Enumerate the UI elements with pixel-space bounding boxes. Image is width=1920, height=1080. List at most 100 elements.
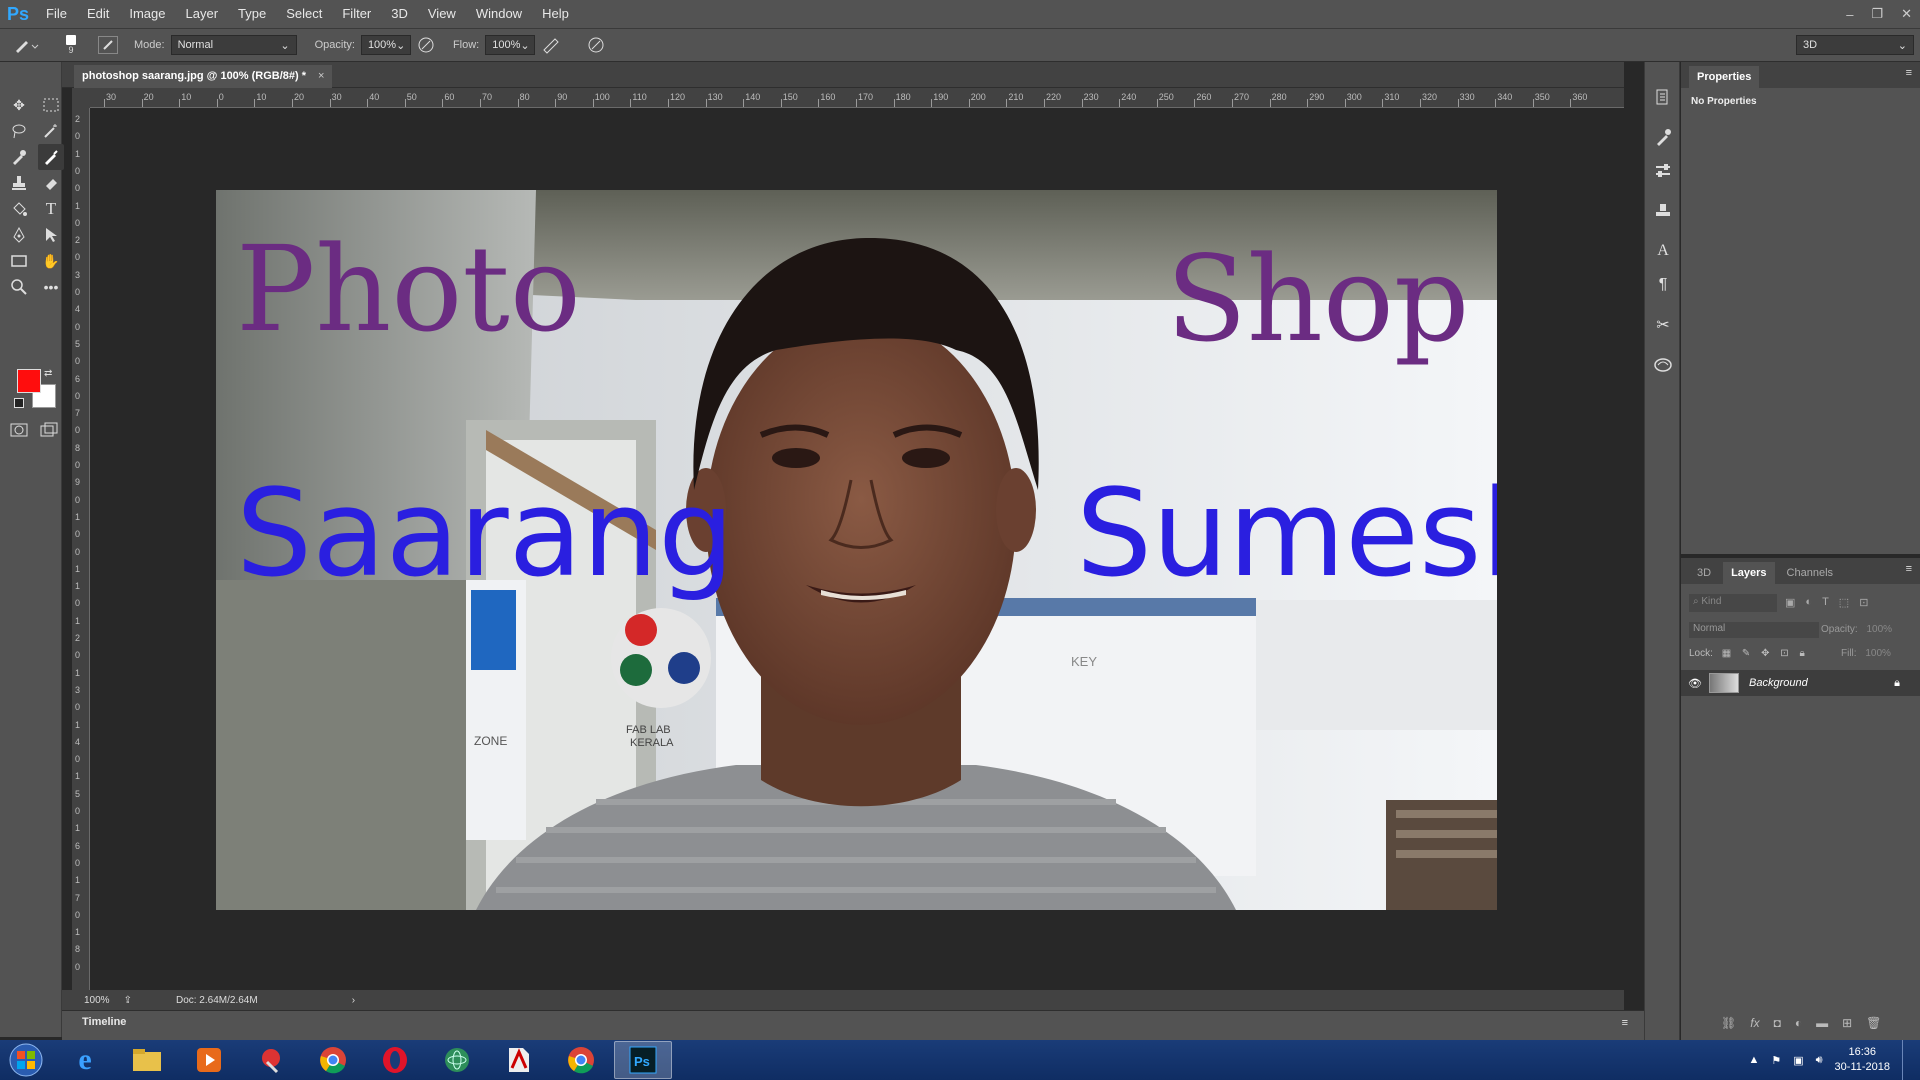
menu-layer[interactable]: Layer	[176, 0, 229, 28]
move-tool-icon[interactable]: ✥	[6, 92, 32, 118]
filter-type-icon[interactable]: T	[1822, 596, 1829, 609]
layer-row-background[interactable]: 👁︎ Background 🔒︎	[1681, 670, 1920, 696]
vertical-ruler[interactable]: 2 0 1 0 0 1 0 2 0 3 0 4 0 5 0 6 0 7 0 8 0 9 0 1 0 0 1 1 0 1 2 0 1 3 0 1 4 0 1 5…	[72, 108, 90, 990]
paragraph-icon[interactable]: ¶	[1645, 268, 1681, 302]
character-icon[interactable]: A	[1645, 234, 1681, 268]
link-layers-icon[interactable]: ⛓︎	[1721, 1016, 1736, 1030]
lock-all-icon[interactable]: 🔒︎	[1799, 648, 1804, 659]
foreground-color-swatch[interactable]	[17, 369, 41, 393]
filter-adjustment-icon[interactable]: ◐	[1805, 596, 1812, 609]
layer-style-icon[interactable]: fx	[1750, 1016, 1759, 1030]
brush-tool-preset-icon[interactable]	[12, 35, 40, 55]
document-tab[interactable]: photoshop saarang.jpg @ 100% (RGB/8#) * …	[74, 65, 333, 88]
menu-edit[interactable]: Edit	[77, 0, 119, 28]
libraries-icon[interactable]	[1645, 348, 1681, 382]
horizontal-ruler[interactable]: 30 20 10 0 10 20 30 40 50 60 70 80 90 100 110 120 130 140…	[90, 88, 1624, 108]
action-center-flag-icon[interactable]: ⚑	[1771, 1054, 1781, 1067]
restore-button[interactable]: ❐	[1871, 6, 1883, 22]
menu-3d[interactable]: 3D	[381, 0, 418, 28]
eyedropper-tool-icon[interactable]	[6, 144, 32, 170]
delete-layer-icon[interactable]: 🗑︎	[1866, 1016, 1881, 1030]
opacity-field[interactable]: 100% ⌄	[360, 35, 411, 55]
new-adjustment-layer-icon[interactable]: ◐	[1795, 1016, 1802, 1030]
show-desktop-button[interactable]	[1902, 1040, 1908, 1080]
tab-properties[interactable]: Properties	[1689, 66, 1760, 88]
pen-tool-icon[interactable]	[6, 222, 32, 248]
paint-tool-icon[interactable]	[242, 1041, 300, 1079]
magic-wand-tool-icon[interactable]	[38, 118, 64, 144]
menu-select[interactable]: Select	[276, 0, 332, 28]
minimize-button[interactable]: –	[1846, 7, 1853, 22]
history-icon[interactable]	[1645, 80, 1681, 114]
path-selection-tool-icon[interactable]	[38, 222, 64, 248]
start-orb-icon[interactable]	[0, 1041, 52, 1079]
ruler-origin[interactable]	[72, 88, 90, 108]
opera-icon[interactable]	[366, 1041, 424, 1079]
file-explorer-icon[interactable]	[118, 1041, 176, 1079]
brush-panel-toggle-icon[interactable]	[98, 36, 118, 54]
menu-window[interactable]: Window	[466, 0, 532, 28]
brush-size-picker[interactable]: 9	[56, 35, 86, 55]
mode-select[interactable]: Normal ⌄	[170, 35, 297, 55]
quick-mask-icon[interactable]	[10, 422, 28, 441]
timeline-tab[interactable]: Timeline	[82, 1016, 126, 1028]
lock-transparency-icon[interactable]: ▦	[1722, 648, 1731, 659]
chrome-icon-2[interactable]	[552, 1041, 610, 1079]
tool-presets-icon[interactable]: ✂	[1645, 308, 1681, 342]
default-colors-icon[interactable]	[14, 398, 24, 408]
layer-fill[interactable]: Fill: 100%	[1841, 648, 1891, 659]
visibility-eye-icon[interactable]: 👁︎	[1681, 677, 1709, 690]
lasso-tool-icon[interactable]	[6, 118, 32, 144]
tab-3d[interactable]: 3D	[1689, 562, 1719, 584]
add-mask-icon[interactable]: ◘	[1774, 1016, 1781, 1030]
atom-icon[interactable]	[428, 1041, 486, 1079]
panel-menu-icon[interactable]: ≡	[1622, 1017, 1628, 1029]
tab-channels[interactable]: Channels	[1779, 562, 1841, 584]
network-icon[interactable]: ▣	[1793, 1054, 1803, 1067]
screen-mode-icon[interactable]	[40, 422, 58, 441]
brush-settings-icon[interactable]	[1645, 120, 1681, 154]
rectangle-tool-icon[interactable]	[6, 248, 32, 274]
marquee-tool-icon[interactable]	[38, 92, 64, 118]
acrobat-icon[interactable]	[490, 1041, 548, 1079]
lock-pixels-icon[interactable]: ✎	[1742, 648, 1750, 659]
hand-tool-icon[interactable]: ✋	[38, 248, 64, 274]
canvas-area[interactable]: ZONE KEY FAB LAB KERALA Photo Shop Saara…	[90, 108, 1624, 990]
panel-menu-icon[interactable]: ≡	[1906, 563, 1912, 575]
stamp-tool-icon[interactable]	[6, 170, 32, 196]
adjustments-icon[interactable]	[1645, 154, 1681, 188]
clone-source-icon[interactable]	[1645, 194, 1681, 228]
new-layer-icon[interactable]: ⊞	[1842, 1016, 1852, 1030]
clock[interactable]: 16:36 30-11-2018	[1835, 1045, 1890, 1075]
photoshop-taskbar-icon[interactable]: Ps	[614, 1041, 672, 1079]
media-player-icon[interactable]	[180, 1041, 238, 1079]
swap-colors-icon[interactable]: ⇄	[44, 368, 52, 379]
airbrush-icon[interactable]	[541, 36, 561, 54]
blend-mode-select[interactable]: Normal	[1689, 622, 1819, 638]
brush-tool-icon[interactable]	[38, 144, 64, 170]
filter-smart-object-icon[interactable]: ⊡	[1859, 596, 1868, 609]
type-tool-icon[interactable]: T	[38, 196, 64, 222]
status-arrow-icon[interactable]: ›	[352, 995, 355, 1006]
new-group-icon[interactable]: ▬	[1816, 1016, 1828, 1030]
zoom-tool-icon[interactable]	[6, 274, 32, 300]
lock-artboard-icon[interactable]: ⊡	[1780, 648, 1788, 659]
more-tools-icon[interactable]: •••	[38, 274, 64, 300]
layer-name[interactable]: Background	[1749, 677, 1808, 689]
paint-bucket-tool-icon[interactable]	[6, 196, 32, 222]
menu-help[interactable]: Help	[532, 0, 579, 28]
pressure-size-icon[interactable]	[587, 36, 605, 54]
show-hidden-icons[interactable]: ▲	[1748, 1054, 1759, 1066]
tab-layers[interactable]: Layers	[1723, 562, 1775, 584]
lock-position-icon[interactable]: ✥	[1761, 648, 1769, 659]
volume-icon[interactable]: 🔊︎	[1816, 1054, 1823, 1067]
menu-file[interactable]: File	[36, 0, 77, 28]
close-tab-icon[interactable]: ×	[318, 65, 324, 88]
internet-explorer-icon[interactable]: e	[56, 1041, 114, 1079]
menu-filter[interactable]: Filter	[332, 0, 381, 28]
pressure-opacity-icon[interactable]	[417, 36, 435, 54]
eraser-tool-icon[interactable]	[38, 170, 64, 196]
layer-filter-kind[interactable]: ⌕ Kind	[1689, 594, 1777, 612]
chrome-icon[interactable]	[304, 1041, 362, 1079]
layer-opacity[interactable]: Opacity: 100%	[1821, 624, 1892, 635]
